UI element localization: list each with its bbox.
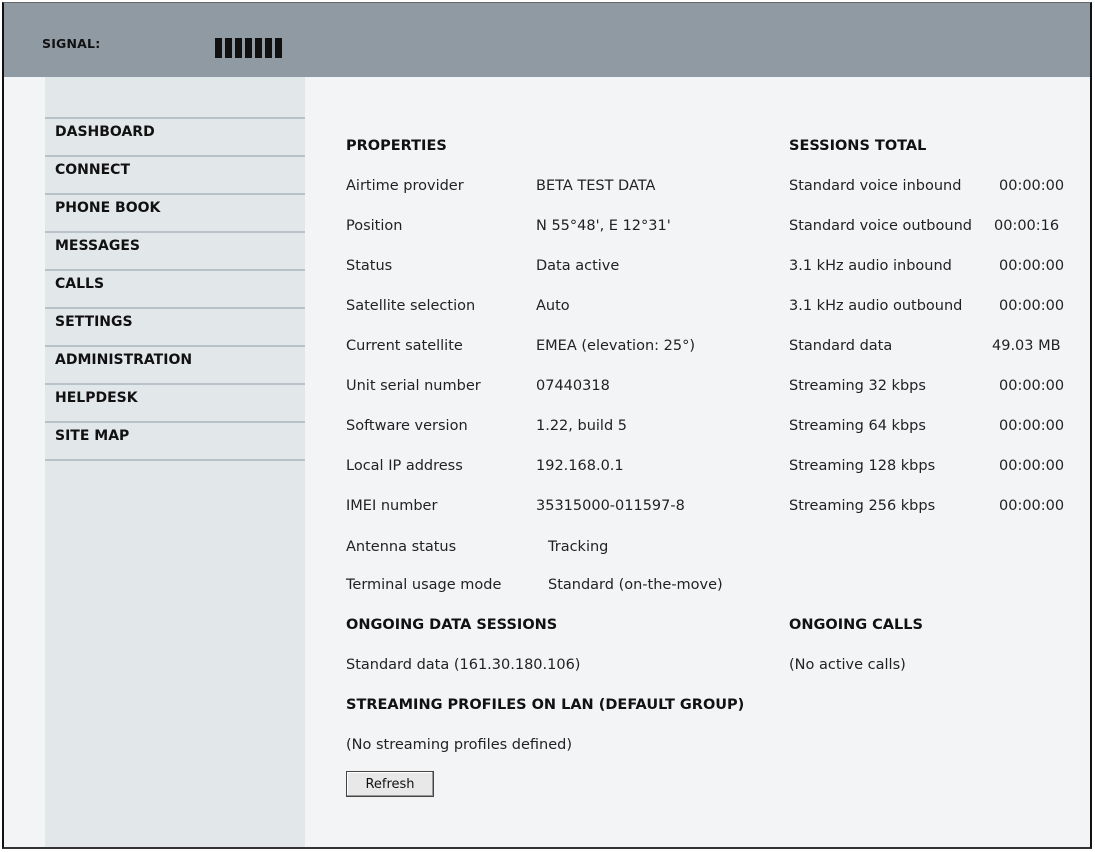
- property-value: Standard (on-the-move): [548, 577, 723, 593]
- sidebar-item-messages[interactable]: MESSAGES: [45, 233, 305, 271]
- ongoing-data-session-item: Standard data (161.30.180.106): [346, 657, 581, 673]
- header-bar: SIGNAL:: [4, 3, 1090, 77]
- session-value: 00:00:00: [999, 378, 1065, 394]
- session-value: 00:00:00: [999, 458, 1065, 474]
- property-value: Auto: [536, 298, 570, 314]
- signal-bar: [275, 38, 282, 58]
- property-label: Terminal usage mode: [346, 577, 502, 593]
- session-label: 3.1 kHz audio inbound: [789, 258, 952, 274]
- property-value: Tracking: [548, 539, 609, 555]
- signal-bar: [215, 38, 222, 58]
- property-value: BETA TEST DATA: [536, 178, 656, 194]
- session-label: Streaming 64 kbps: [789, 418, 926, 434]
- ongoing-calls-heading: ONGOING CALLS: [789, 617, 923, 633]
- properties-heading: PROPERTIES: [346, 138, 447, 154]
- signal-bar: [225, 38, 232, 58]
- session-value: 00:00:00: [999, 178, 1065, 194]
- session-label: Standard voice outbound: [789, 218, 972, 234]
- sidebar-item-phone-book[interactable]: PHONE BOOK: [45, 195, 305, 233]
- session-value: 00:00:16: [994, 218, 1060, 234]
- streaming-profiles-text: (No streaming profiles defined): [346, 737, 573, 753]
- web-interface-frame: SIGNAL: DASHBOARD CONNECT PHONE BOOK MES…: [2, 2, 1092, 849]
- session-label: Standard voice inbound: [789, 178, 962, 194]
- property-label: Antenna status: [346, 539, 457, 555]
- signal-strength-indicator: [215, 38, 282, 58]
- sidebar-item-site-map[interactable]: SITE MAP: [45, 423, 305, 461]
- dashboard-content: PROPERTIES Airtime provider BETA TEST DA…: [305, 77, 1090, 847]
- session-value: 49.03 MB: [992, 338, 1061, 354]
- session-label: 3.1 kHz audio outbound: [789, 298, 963, 314]
- property-label: Status: [346, 258, 393, 274]
- session-value: 00:00:00: [999, 498, 1065, 514]
- session-value: 00:00:00: [999, 258, 1065, 274]
- session-value: 00:00:00: [999, 298, 1065, 314]
- signal-bar: [265, 38, 272, 58]
- sidebar-item-calls[interactable]: CALLS: [45, 271, 305, 309]
- property-value: Data active: [536, 258, 620, 274]
- refresh-button[interactable]: Refresh: [346, 771, 434, 797]
- property-label: Satellite selection: [346, 298, 476, 314]
- sidebar-item-administration[interactable]: ADMINISTRATION: [45, 347, 305, 385]
- property-value: 192.168.0.1: [536, 458, 624, 474]
- signal-bar: [245, 38, 252, 58]
- sidebar: DASHBOARD CONNECT PHONE BOOK MESSAGES CA…: [45, 77, 305, 847]
- session-label: Streaming 256 kbps: [789, 498, 936, 514]
- signal-label: SIGNAL:: [42, 36, 101, 51]
- property-label: Current satellite: [346, 338, 463, 354]
- property-value: 1.22, build 5: [536, 418, 627, 434]
- property-label: Airtime provider: [346, 178, 464, 194]
- property-label: Position: [346, 218, 403, 234]
- sidebar-item-settings[interactable]: SETTINGS: [45, 309, 305, 347]
- session-label: Streaming 128 kbps: [789, 458, 936, 474]
- ongoing-calls-text: (No active calls): [789, 657, 906, 673]
- session-label: Streaming 32 kbps: [789, 378, 926, 394]
- property-label: Local IP address: [346, 458, 463, 474]
- sessions-total-heading: SESSIONS TOTAL: [789, 138, 927, 154]
- streaming-profiles-heading: STREAMING PROFILES ON LAN (DEFAULT GROUP…: [346, 697, 745, 713]
- session-value: 00:00:00: [999, 418, 1065, 434]
- property-value: EMEA (elevation: 25°): [536, 338, 695, 354]
- session-label: Standard data: [789, 338, 893, 354]
- signal-bar: [235, 38, 242, 58]
- property-label: Software version: [346, 418, 468, 434]
- ongoing-data-sessions-heading: ONGOING DATA SESSIONS: [346, 617, 558, 633]
- property-label: IMEI number: [346, 498, 438, 514]
- property-value: N 55°48', E 12°31': [536, 218, 671, 234]
- sidebar-nav: DASHBOARD CONNECT PHONE BOOK MESSAGES CA…: [45, 117, 305, 461]
- property-label: Unit serial number: [346, 378, 481, 394]
- property-value: 35315000-011597-8: [536, 498, 685, 514]
- signal-bar: [255, 38, 262, 58]
- sidebar-item-helpdesk[interactable]: HELPDESK: [45, 385, 305, 423]
- property-value: 07440318: [536, 378, 610, 394]
- sidebar-item-dashboard[interactable]: DASHBOARD: [45, 119, 305, 157]
- sidebar-item-connect[interactable]: CONNECT: [45, 157, 305, 195]
